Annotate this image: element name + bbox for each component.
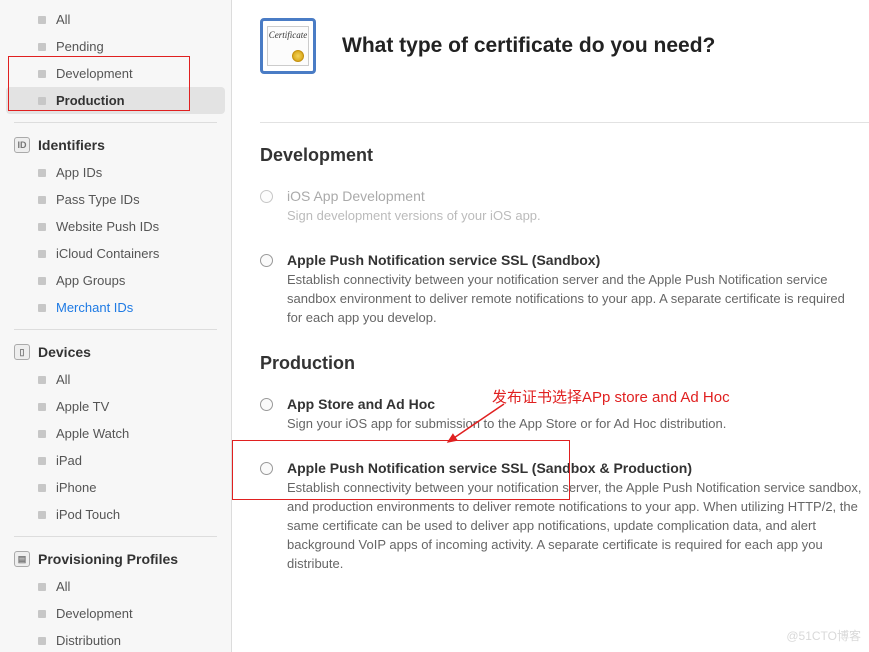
main-content: Certificate What type of certificate do …: [232, 0, 869, 652]
sidebar-item-label: Pass Type IDs: [56, 192, 140, 207]
bullet-icon: [38, 484, 46, 492]
sidebar-item-development[interactable]: Development: [0, 600, 231, 627]
sidebar-item-website-push-ids[interactable]: Website Push IDs: [0, 213, 231, 240]
bullet-icon: [38, 376, 46, 384]
sidebar-item-label: Merchant IDs: [56, 300, 133, 315]
bullet-icon: [38, 97, 46, 105]
sidebar-section-identifiers: ID Identifiers: [0, 123, 231, 159]
sidebar-item-ipod-touch[interactable]: iPod Touch: [0, 501, 231, 528]
sidebar-item-all[interactable]: All: [0, 573, 231, 600]
sidebar-item-label: Production: [56, 93, 125, 108]
certificate-icon: Certificate: [260, 18, 316, 74]
sidebar-item-all[interactable]: All: [0, 366, 231, 393]
sidebar-item-all[interactable]: All: [0, 6, 231, 33]
bullet-icon: [38, 403, 46, 411]
section-title: Provisioning Profiles: [38, 551, 178, 567]
option-desc: Sign your iOS app for submission to the …: [287, 415, 863, 434]
certificate-icon-label: Certificate: [268, 30, 308, 40]
section-production-heading: Production: [260, 353, 869, 374]
bullet-icon: [38, 277, 46, 285]
bullet-icon: [38, 70, 46, 78]
sidebar-item-apple-tv[interactable]: Apple TV: [0, 393, 231, 420]
sidebar-item-pass-type-ids[interactable]: Pass Type IDs: [0, 186, 231, 213]
sidebar-item-label: iCloud Containers: [56, 246, 159, 261]
cert-option-ios-app-development: iOS App Development Sign development vers…: [260, 188, 869, 226]
bullet-icon: [38, 610, 46, 618]
bullet-icon: [38, 430, 46, 438]
bullet-icon: [38, 457, 46, 465]
option-desc: Sign development versions of your iOS ap…: [287, 207, 863, 226]
page-title: What type of certificate do you need?: [342, 34, 715, 58]
section-icon: ▯: [14, 344, 30, 360]
section-icon: ID: [14, 137, 30, 153]
bullet-icon: [38, 511, 46, 519]
sidebar-item-ipad[interactable]: iPad: [0, 447, 231, 474]
sidebar-item-label: All: [56, 12, 70, 27]
section-icon: ▤: [14, 551, 30, 567]
option-desc: Establish connectivity between your noti…: [287, 271, 863, 328]
bullet-icon: [38, 637, 46, 645]
watermark: @51CTO博客: [786, 627, 861, 644]
bullet-icon: [38, 583, 46, 591]
sidebar-item-label: Apple Watch: [56, 426, 129, 441]
sidebar-section-provisioning-profiles: ▤ Provisioning Profiles: [0, 537, 231, 573]
sidebar-item-iphone[interactable]: iPhone: [0, 474, 231, 501]
sidebar-item-icloud-containers[interactable]: iCloud Containers: [0, 240, 231, 267]
annotation-text: 发布证书选择APp store and Ad Hoc: [492, 386, 730, 407]
sidebar-item-label: iPhone: [56, 480, 96, 495]
option-desc: Establish connectivity between your noti…: [287, 479, 863, 573]
bullet-icon: [38, 43, 46, 51]
radio-button[interactable]: [260, 462, 273, 475]
sidebar-item-label: All: [56, 372, 70, 387]
sidebar-item-app-ids[interactable]: App IDs: [0, 159, 231, 186]
bullet-icon: [38, 196, 46, 204]
sidebar-item-development[interactable]: Development: [0, 60, 231, 87]
sidebar-item-label: App Groups: [56, 273, 125, 288]
radio-button[interactable]: [260, 254, 273, 267]
sidebar-item-label: Development: [56, 66, 133, 81]
sidebar-item-distribution[interactable]: Distribution: [0, 627, 231, 652]
option-title: Apple Push Notification service SSL (San…: [287, 252, 863, 268]
sidebar-item-label: App IDs: [56, 165, 102, 180]
sidebar-item-label: All: [56, 579, 70, 594]
section-development-heading: Development: [260, 145, 869, 166]
sidebar-item-label: Website Push IDs: [56, 219, 159, 234]
bullet-icon: [38, 223, 46, 231]
sidebar-item-production[interactable]: Production: [6, 87, 225, 114]
radio-button: [260, 190, 273, 203]
bullet-icon: [38, 304, 46, 312]
section-title: Devices: [38, 344, 91, 360]
option-title: Apple Push Notification service SSL (San…: [287, 460, 863, 476]
sidebar-item-pending[interactable]: Pending: [0, 33, 231, 60]
sidebar-item-label: Pending: [56, 39, 104, 54]
radio-button[interactable]: [260, 398, 273, 411]
section-title: Identifiers: [38, 137, 105, 153]
sidebar-item-label: Distribution: [56, 633, 121, 648]
sidebar-item-label: Development: [56, 606, 133, 621]
divider: [260, 122, 869, 123]
bullet-icon: [38, 250, 46, 258]
sidebar-item-merchant-ids[interactable]: Merchant IDs: [0, 294, 231, 321]
cert-option-apple-push-notification-service-ssl-sandbox-production[interactable]: Apple Push Notification service SSL (San…: [260, 460, 869, 573]
sidebar-item-apple-watch[interactable]: Apple Watch: [0, 420, 231, 447]
option-title: iOS App Development: [287, 188, 863, 204]
sidebar: All Pending Development Production ID Identi…: [0, 0, 232, 652]
sidebar-item-label: Apple TV: [56, 399, 109, 414]
sidebar-item-label: iPad: [56, 453, 82, 468]
sidebar-item-label: iPod Touch: [56, 507, 120, 522]
bullet-icon: [38, 169, 46, 177]
sidebar-item-app-groups[interactable]: App Groups: [0, 267, 231, 294]
sidebar-section-devices: ▯ Devices: [0, 330, 231, 366]
bullet-icon: [38, 16, 46, 24]
cert-option-apple-push-notification-service-ssl-sandbox[interactable]: Apple Push Notification service SSL (San…: [260, 252, 869, 328]
